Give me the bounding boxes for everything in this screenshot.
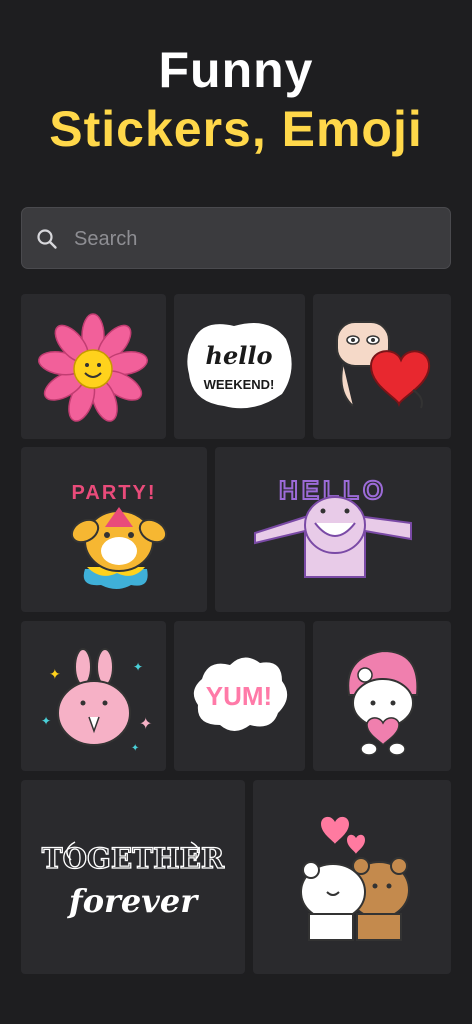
- sticker-hello-monster[interactable]: HELLO: [215, 447, 451, 612]
- search-input[interactable]: Search: [21, 207, 451, 269]
- sticker-flower[interactable]: [21, 294, 166, 439]
- svg-text:✦: ✦: [139, 716, 152, 733]
- search-icon: [37, 229, 57, 249]
- sticker-party-dog[interactable]: PARTY!: [21, 447, 207, 612]
- sticker-hello-weekend[interactable]: hello WEEKEND!: [174, 294, 305, 439]
- sticker-forever-text: forever: [67, 882, 199, 920]
- sticker-yum-text: YUM!: [206, 681, 272, 711]
- sticker-my-melody[interactable]: [313, 621, 451, 771]
- sticker-bears-hug[interactable]: [253, 780, 451, 974]
- sticker-together-forever[interactable]: TOGETHER forever: [21, 780, 245, 974]
- search-placeholder: Search: [74, 228, 138, 250]
- title-line-1: Funny: [158, 42, 314, 98]
- sticker-yum[interactable]: YUM!: [174, 621, 305, 771]
- sticker-hello-text: hello: [206, 341, 273, 370]
- svg-text:✦: ✦: [49, 666, 61, 682]
- sticker-bunny[interactable]: ✦ ✦ ✦ ✦ ✦: [21, 621, 166, 771]
- sticker-weekend-text: WEEKEND!: [204, 377, 275, 392]
- title-line-2: Stickers, Emoji: [49, 101, 423, 157]
- svg-text:✦: ✦: [133, 660, 143, 674]
- svg-text:✦: ✦: [131, 743, 139, 754]
- sticker-party-text: PARTY!: [72, 482, 157, 504]
- svg-text:✦: ✦: [41, 714, 51, 728]
- sticker-heart-hug[interactable]: [313, 294, 451, 439]
